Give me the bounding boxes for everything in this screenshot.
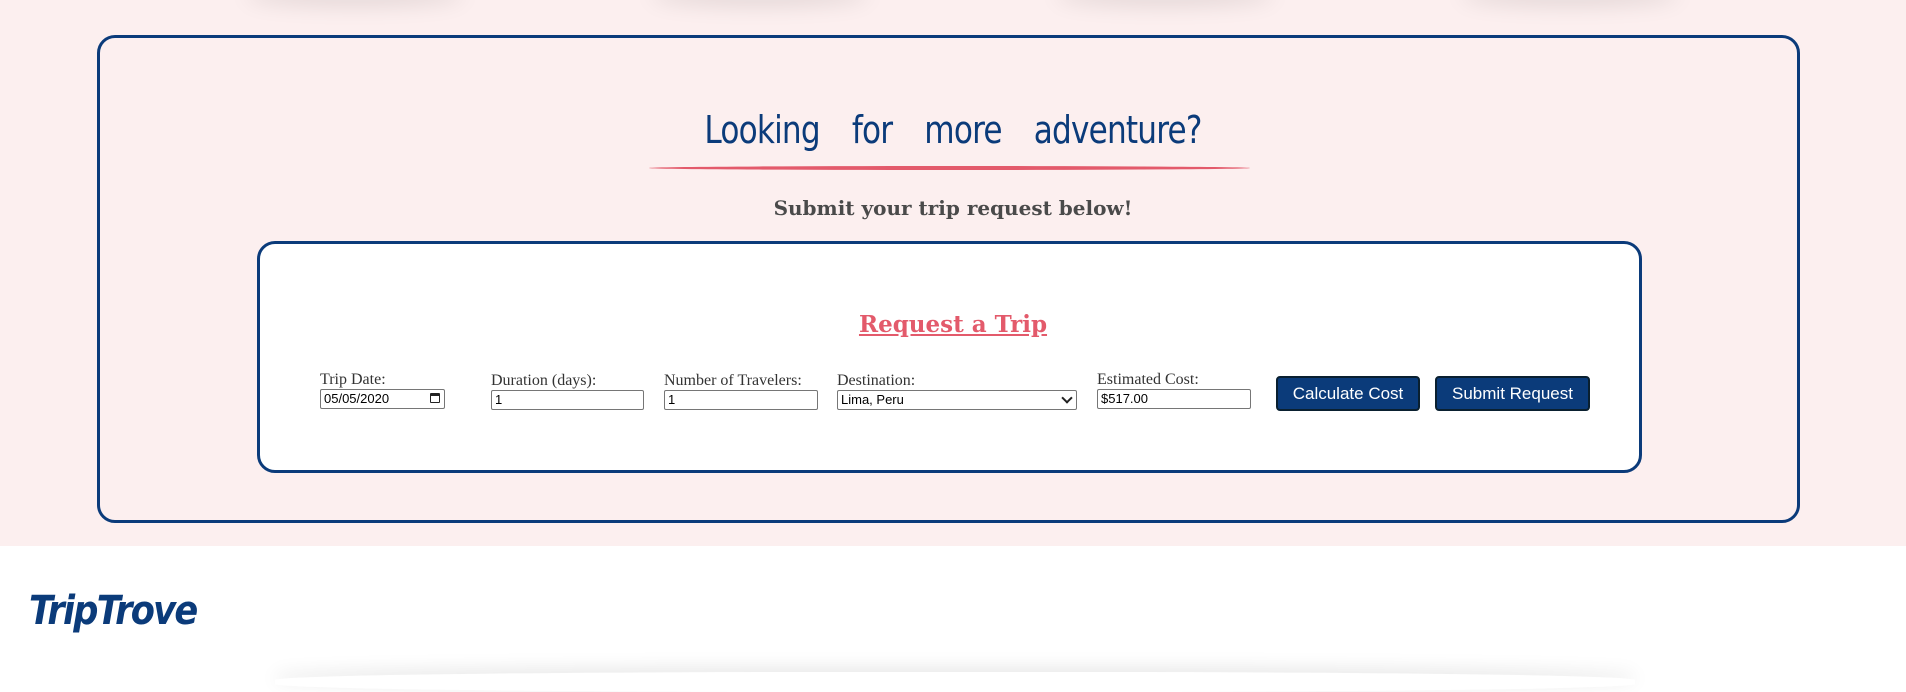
duration-label: Duration (days):: [491, 372, 597, 389]
trip-date-input[interactable]: 05/05/2020: [320, 389, 445, 409]
trip-date-value: 05/05/2020: [324, 391, 390, 406]
trip-date-label: Trip Date:: [320, 371, 386, 388]
trip-request-section: Looking for more adventure? Submit your …: [0, 0, 1906, 546]
destination-field: Destination: Lima, Peru: [837, 372, 1077, 410]
travelers-field: Number of Travelers: 1: [664, 372, 818, 410]
calculate-cost-button[interactable]: Calculate Cost: [1276, 376, 1420, 411]
section-headline: Looking for more adventure?: [704, 108, 1202, 152]
travelers-label: Number of Travelers:: [664, 372, 802, 389]
section-subheading: Submit your trip request below!: [773, 196, 1133, 220]
destination-select[interactable]: Lima, Peru: [837, 390, 1077, 410]
duration-field: Duration (days): 1: [491, 372, 644, 410]
calendar-icon[interactable]: [430, 393, 440, 403]
estimated-cost-field: Estimated Cost: $517.00: [1097, 371, 1251, 409]
destination-label: Destination:: [837, 372, 916, 389]
headline-underline: [649, 166, 1250, 170]
trip-date-field: Trip Date: 05/05/2020: [320, 371, 445, 409]
travelers-input[interactable]: 1: [664, 390, 818, 410]
destination-selected: Lima, Peru: [841, 392, 904, 407]
card-shadow: [275, 672, 1635, 692]
form-title: Request a Trip: [858, 311, 1048, 338]
duration-input[interactable]: 1: [491, 390, 644, 410]
travelers-value: 1: [668, 392, 676, 407]
estimated-cost-label: Estimated Cost:: [1097, 371, 1199, 388]
submit-request-button[interactable]: Submit Request: [1435, 376, 1590, 411]
brand-logo[interactable]: TripTrove: [29, 588, 198, 634]
trip-request-form: [257, 241, 1642, 473]
chevron-down-icon: [1061, 392, 1073, 404]
estimated-cost-value: $517.00: [1101, 391, 1148, 406]
estimated-cost-input[interactable]: $517.00: [1097, 389, 1251, 409]
duration-value: 1: [495, 392, 503, 407]
